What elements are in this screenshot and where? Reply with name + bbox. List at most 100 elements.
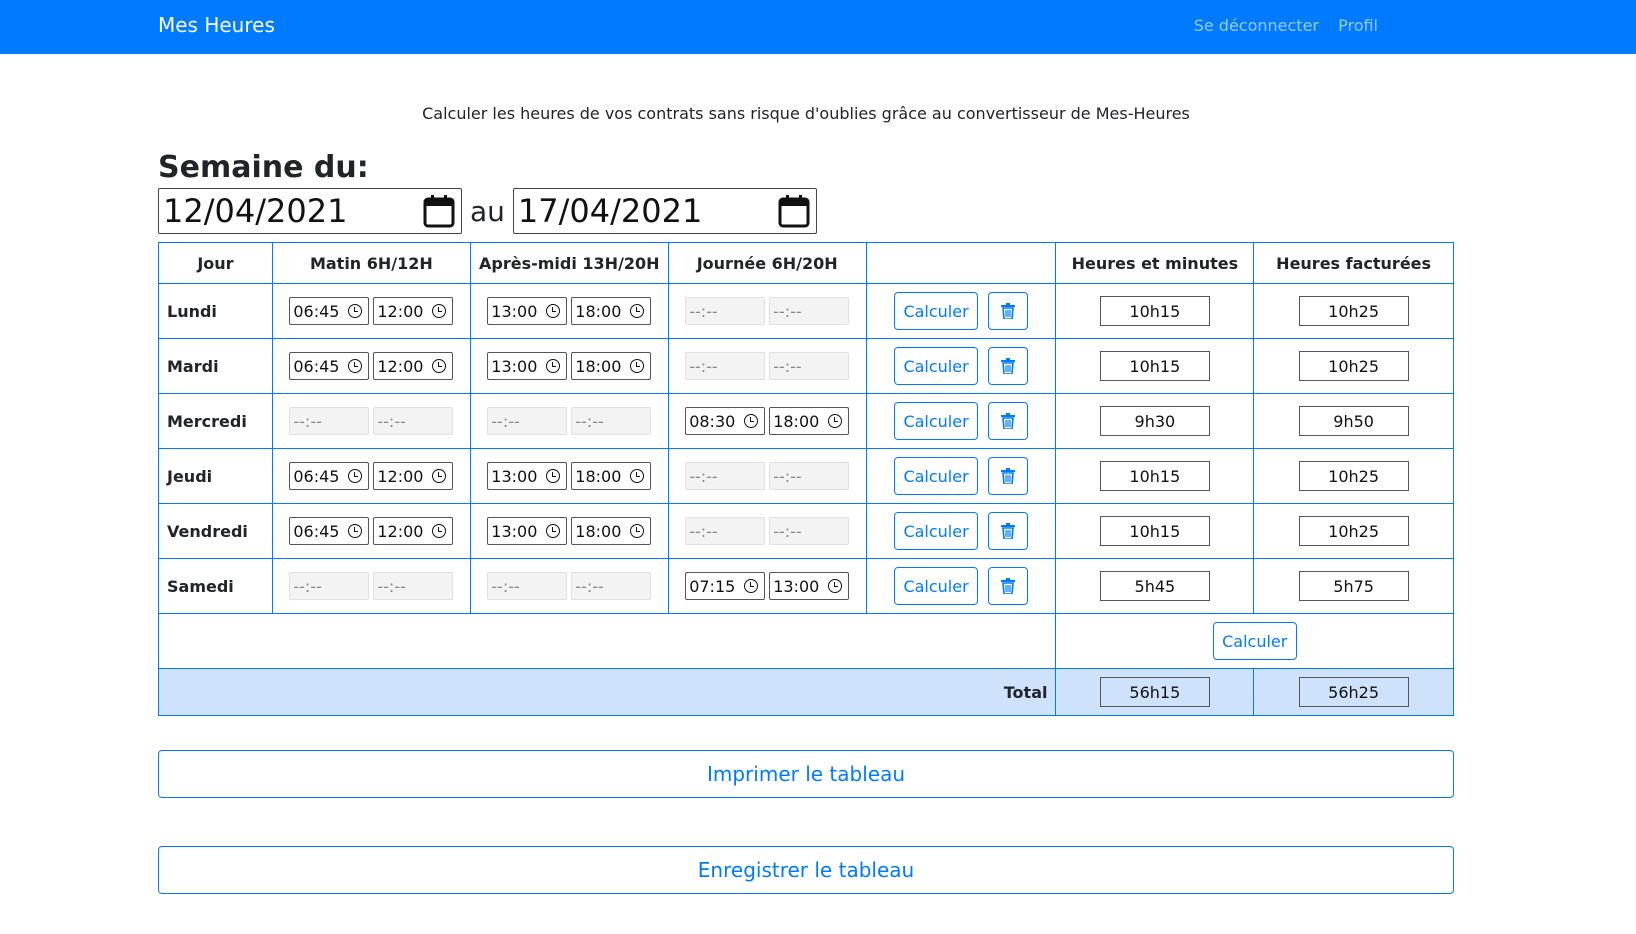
morning-start-time[interactable]: --:-- xyxy=(289,407,370,435)
afternoon-end-time[interactable]: --:-- xyxy=(571,572,652,600)
fullday-end-time[interactable]: --:-- xyxy=(769,352,850,380)
morning-start-time[interactable]: 06:45 xyxy=(289,297,370,325)
afternoon-start-time[interactable]: 13:00 xyxy=(487,297,568,325)
hours-minutes-field[interactable]: 9h30 xyxy=(1099,406,1210,436)
fullday-start-time[interactable]: 07:15 xyxy=(685,572,766,600)
morning-end-time[interactable]: 12:00 xyxy=(373,517,454,545)
delete-button[interactable] xyxy=(988,347,1029,385)
calculate-button[interactable]: Calculer xyxy=(894,457,979,495)
hours-billed-field[interactable]: 5h75 xyxy=(1298,571,1409,601)
morning-end-time[interactable]: --:-- xyxy=(373,572,454,600)
fullday-end-time[interactable]: 18:00 xyxy=(769,407,850,435)
afternoon-start-time[interactable]: --:-- xyxy=(487,572,568,600)
fullday-start-time[interactable]: --:-- xyxy=(685,352,766,380)
clock-icon[interactable] xyxy=(744,414,759,428)
afternoon-end-time[interactable]: 18:00 xyxy=(571,297,652,325)
afternoon-start-time[interactable]: 13:00 xyxy=(487,352,568,380)
morning-end-time[interactable]: 12:00 xyxy=(373,462,454,490)
clock-icon[interactable] xyxy=(744,579,759,593)
afternoon-end-time[interactable]: 18:00 xyxy=(571,517,652,545)
clock-icon[interactable] xyxy=(432,469,447,483)
clock-icon[interactable] xyxy=(348,304,363,318)
morning-start-time[interactable]: --:-- xyxy=(289,572,370,600)
hours-minutes-field[interactable]: 10h15 xyxy=(1099,461,1210,491)
fullday-end-time[interactable]: 13:00 xyxy=(769,572,850,600)
calendar-icon[interactable] xyxy=(423,194,455,228)
hours-minutes-field[interactable]: 5h45 xyxy=(1099,571,1210,601)
clock-icon[interactable] xyxy=(432,524,447,538)
morning-end-time[interactable]: 12:00 xyxy=(373,352,454,380)
hours-minutes-field[interactable]: 10h15 xyxy=(1099,351,1210,381)
calculate-all-button[interactable]: Calculer xyxy=(1212,622,1297,660)
clock-icon[interactable] xyxy=(432,304,447,318)
calculate-button[interactable]: Calculer xyxy=(894,292,979,330)
afternoon-start-time[interactable]: 13:00 xyxy=(487,462,568,490)
fullday-cell: --:-- --:-- xyxy=(667,283,867,339)
fullday-end-time[interactable]: --:-- xyxy=(769,297,850,325)
delete-button[interactable] xyxy=(988,402,1029,440)
afternoon-end-time[interactable]: --:-- xyxy=(571,407,652,435)
clock-icon[interactable] xyxy=(546,469,561,483)
hours-billed-field[interactable]: 10h25 xyxy=(1298,351,1409,381)
time-value: 12:00 xyxy=(377,301,424,321)
day-label: Jeudi xyxy=(158,448,273,504)
calculate-button[interactable]: Calculer xyxy=(894,402,979,440)
clock-icon[interactable] xyxy=(828,414,843,428)
fullday-start-time[interactable]: 08:30 xyxy=(685,407,766,435)
fullday-start-time[interactable]: --:-- xyxy=(685,462,766,490)
print-table-button[interactable]: Imprimer le tableau xyxy=(158,750,1454,798)
calendar-icon[interactable] xyxy=(778,194,810,228)
hours-minutes-field[interactable]: 10h15 xyxy=(1099,516,1210,546)
hours-minutes-field[interactable]: 10h15 xyxy=(1099,296,1210,326)
logout-link[interactable]: Se déconnecter xyxy=(1194,16,1319,35)
afternoon-end-time[interactable]: 18:00 xyxy=(571,462,652,490)
morning-end-time[interactable]: 12:00 xyxy=(373,297,454,325)
hours-table: Jour Matin 6H/12H Après-midi 13H/20H Jou… xyxy=(157,242,1454,716)
afternoon-start-time[interactable]: 13:00 xyxy=(487,517,568,545)
clock-icon[interactable] xyxy=(546,304,561,318)
header-jour: Jour xyxy=(158,242,273,284)
clock-icon[interactable] xyxy=(432,359,447,373)
clock-icon[interactable] xyxy=(828,579,843,593)
start-date-input[interactable]: 12/04/2021 xyxy=(158,188,462,234)
delete-button[interactable] xyxy=(988,567,1029,605)
delete-button[interactable] xyxy=(988,512,1029,550)
clock-icon[interactable] xyxy=(630,469,645,483)
save-table-button[interactable]: Enregistrer le tableau xyxy=(158,846,1454,894)
profile-link[interactable]: Profil xyxy=(1338,16,1378,35)
clock-icon[interactable] xyxy=(546,359,561,373)
day-label: Lundi xyxy=(158,283,273,339)
afternoon-end-time[interactable]: 18:00 xyxy=(571,352,652,380)
total-hours-billed[interactable]: 56h25 xyxy=(1298,677,1409,707)
afternoon-start-time[interactable]: --:-- xyxy=(487,407,568,435)
time-value: 13:00 xyxy=(491,301,538,321)
clock-icon[interactable] xyxy=(348,524,363,538)
fullday-end-time[interactable]: --:-- xyxy=(769,517,850,545)
fullday-start-time[interactable]: --:-- xyxy=(685,517,766,545)
clock-icon[interactable] xyxy=(630,304,645,318)
hours-billed-field[interactable]: 10h25 xyxy=(1298,516,1409,546)
clock-icon[interactable] xyxy=(348,469,363,483)
clock-icon[interactable] xyxy=(348,359,363,373)
calculate-button[interactable]: Calculer xyxy=(894,347,979,385)
delete-button[interactable] xyxy=(988,292,1029,330)
total-hours-minutes[interactable]: 56h15 xyxy=(1099,677,1210,707)
hours-billed-field[interactable]: 9h50 xyxy=(1298,406,1409,436)
hours-billed-field[interactable]: 10h25 xyxy=(1298,296,1409,326)
trash-icon xyxy=(1001,413,1016,429)
hours-billed-field[interactable]: 10h25 xyxy=(1298,461,1409,491)
clock-icon[interactable] xyxy=(546,524,561,538)
delete-button[interactable] xyxy=(988,457,1029,495)
morning-start-time[interactable]: 06:45 xyxy=(289,462,370,490)
clock-icon[interactable] xyxy=(630,359,645,373)
fullday-start-time[interactable]: --:-- xyxy=(685,297,766,325)
calculate-button[interactable]: Calculer xyxy=(894,567,979,605)
fullday-end-time[interactable]: --:-- xyxy=(769,462,850,490)
brand-logo[interactable]: Mes Heures xyxy=(158,13,275,37)
end-date-input[interactable]: 17/04/2021 xyxy=(512,188,817,234)
morning-end-time[interactable]: --:-- xyxy=(373,407,454,435)
morning-start-time[interactable]: 06:45 xyxy=(289,517,370,545)
morning-start-time[interactable]: 06:45 xyxy=(289,352,370,380)
calculate-button[interactable]: Calculer xyxy=(894,512,979,550)
clock-icon[interactable] xyxy=(630,524,645,538)
